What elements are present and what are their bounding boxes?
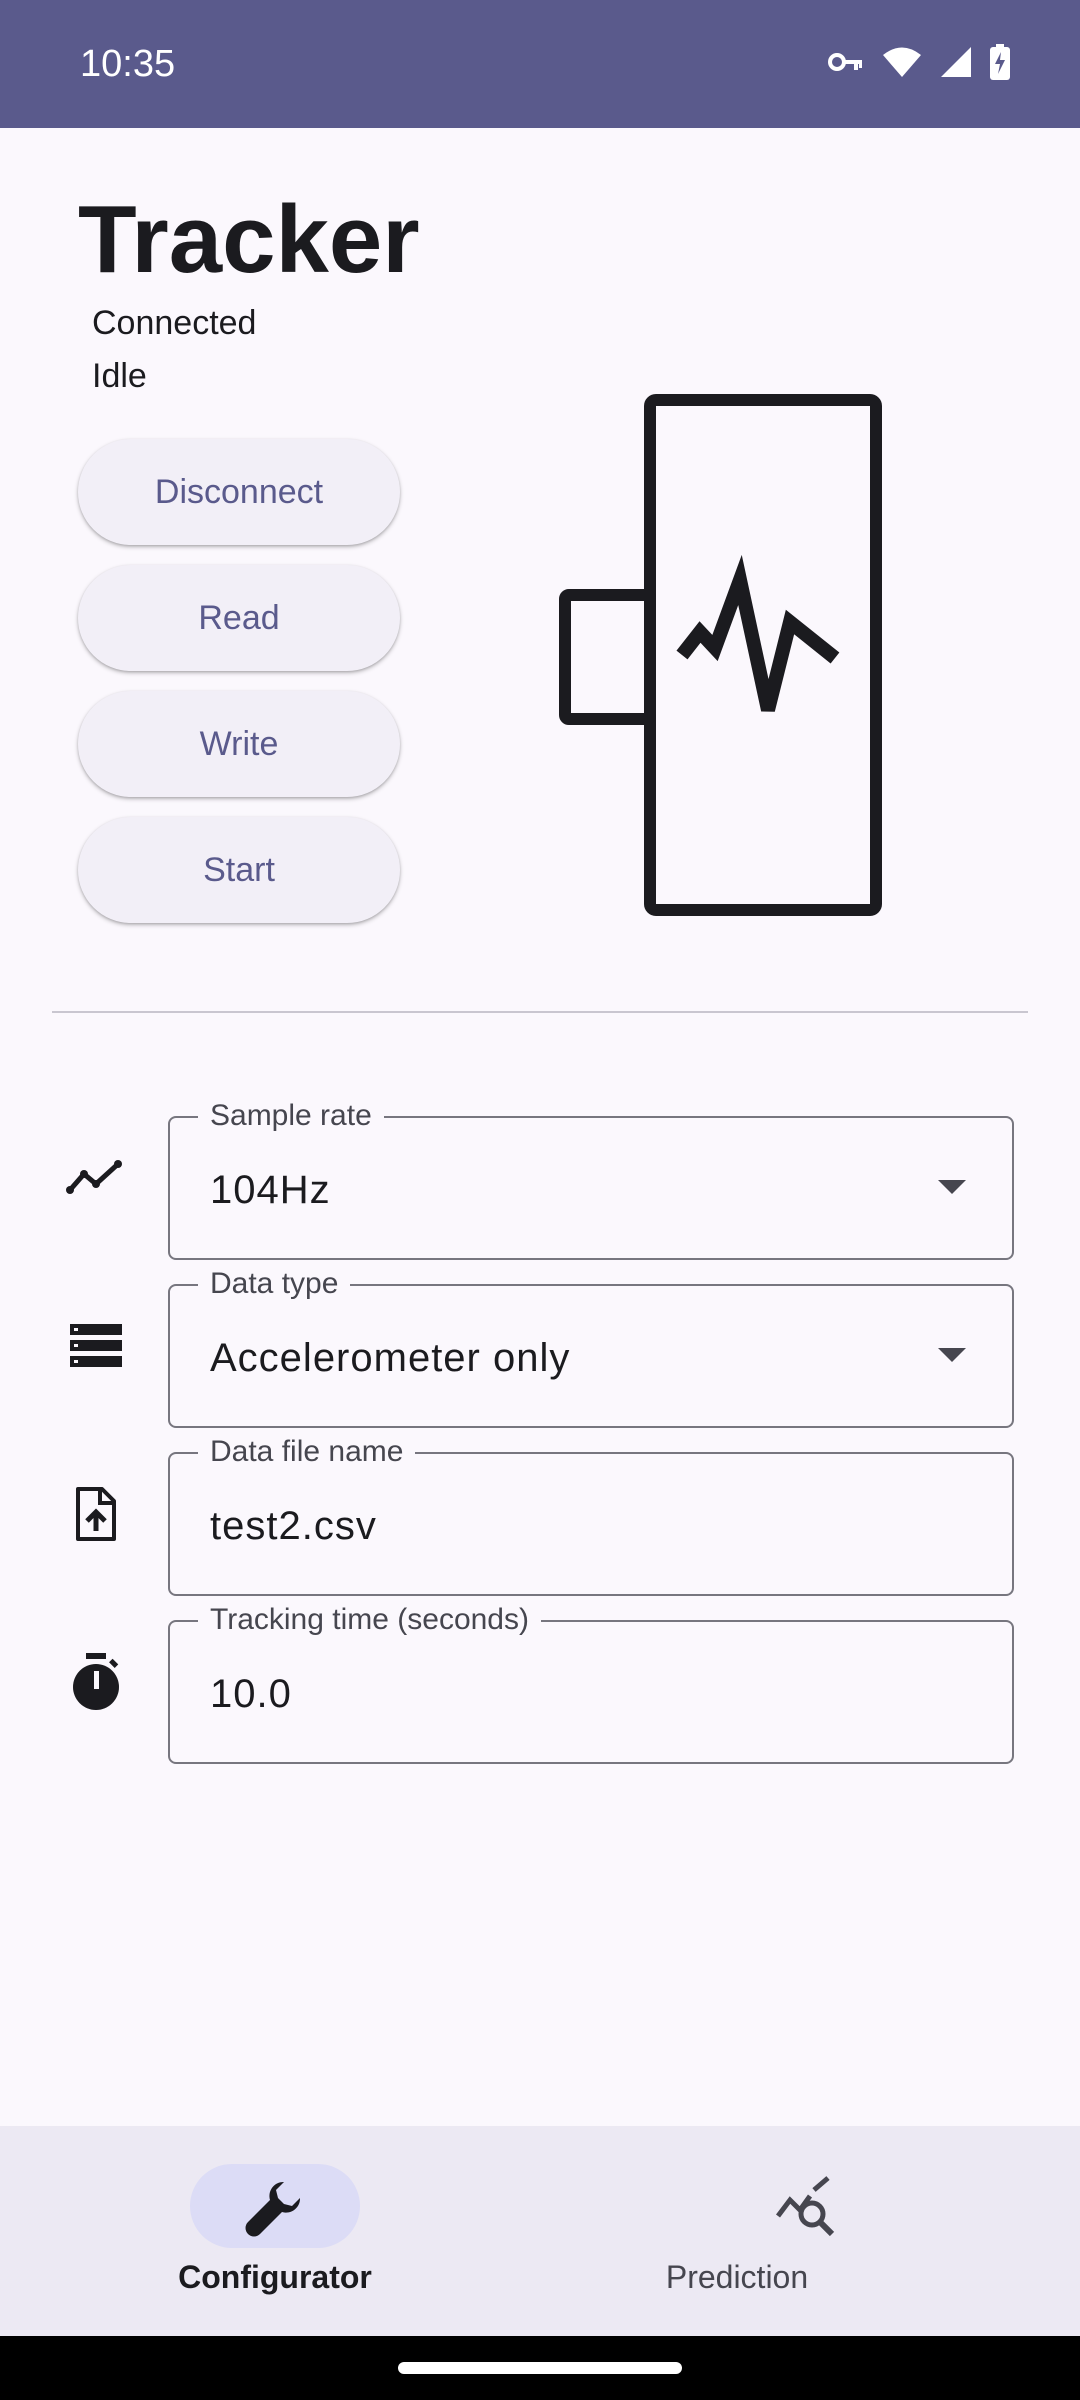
home-gesture-handle[interactable] bbox=[398, 2362, 682, 2374]
start-button[interactable]: Start bbox=[78, 817, 400, 923]
data-type-value: Accelerometer only bbox=[210, 1336, 571, 1380]
wrench-icon bbox=[242, 2176, 306, 2240]
tracking-time-value: 10.0 bbox=[210, 1672, 292, 1716]
nav-label-prediction: Prediction bbox=[665, 2259, 809, 2295]
sample-rate-select[interactable]: Sample rate 104Hz bbox=[168, 1096, 1014, 1260]
chevron-down-icon bbox=[938, 1180, 966, 1194]
connection-status: Connected bbox=[92, 304, 257, 342]
file-name-value: test2.csv bbox=[210, 1504, 377, 1548]
status-bar: 10:35 bbox=[0, 0, 1080, 128]
sample-rate-value: 104Hz bbox=[210, 1168, 331, 1212]
divider bbox=[52, 1011, 1028, 1013]
disconnect-button[interactable]: Disconnect bbox=[78, 439, 400, 545]
storage-list-icon bbox=[64, 1314, 128, 1378]
timer-icon bbox=[64, 1650, 128, 1714]
write-button[interactable]: Write bbox=[78, 691, 400, 797]
file-upload-icon bbox=[64, 1482, 128, 1546]
battery-charging-icon bbox=[990, 43, 1010, 85]
read-button[interactable]: Read bbox=[78, 565, 400, 671]
query-stats-icon bbox=[774, 2176, 838, 2240]
tracking-time-input[interactable]: Tracking time (seconds) 10.0 bbox=[168, 1600, 1014, 1764]
data-type-select[interactable]: Data type Accelerometer only bbox=[168, 1264, 1014, 1428]
data-type-label: Data type bbox=[198, 1264, 351, 1304]
chevron-down-icon bbox=[938, 1348, 966, 1362]
nav-item-configurator[interactable]: Configurator bbox=[0, 2126, 540, 2336]
tracker-device-illustration bbox=[550, 390, 890, 920]
wifi-icon bbox=[882, 46, 922, 83]
vpn-key-icon bbox=[828, 50, 864, 79]
bottom-navigation: Configurator Prediction bbox=[0, 2126, 1080, 2336]
status-time: 10:35 bbox=[80, 43, 176, 85]
activity-status: Idle bbox=[92, 357, 147, 395]
cellular-signal-icon bbox=[940, 46, 972, 83]
trend-line-icon bbox=[64, 1146, 128, 1210]
status-icons bbox=[828, 43, 1010, 85]
file-name-input[interactable]: Data file name test2.csv bbox=[168, 1432, 1014, 1596]
sample-rate-label: Sample rate bbox=[198, 1096, 384, 1136]
file-name-label: Data file name bbox=[198, 1432, 416, 1472]
nav-label-configurator: Configurator bbox=[178, 2259, 372, 2295]
tracking-time-label: Tracking time (seconds) bbox=[198, 1600, 541, 1640]
page-title: Tracker bbox=[78, 186, 420, 293]
nav-item-prediction[interactable]: Prediction bbox=[540, 2126, 1080, 2336]
